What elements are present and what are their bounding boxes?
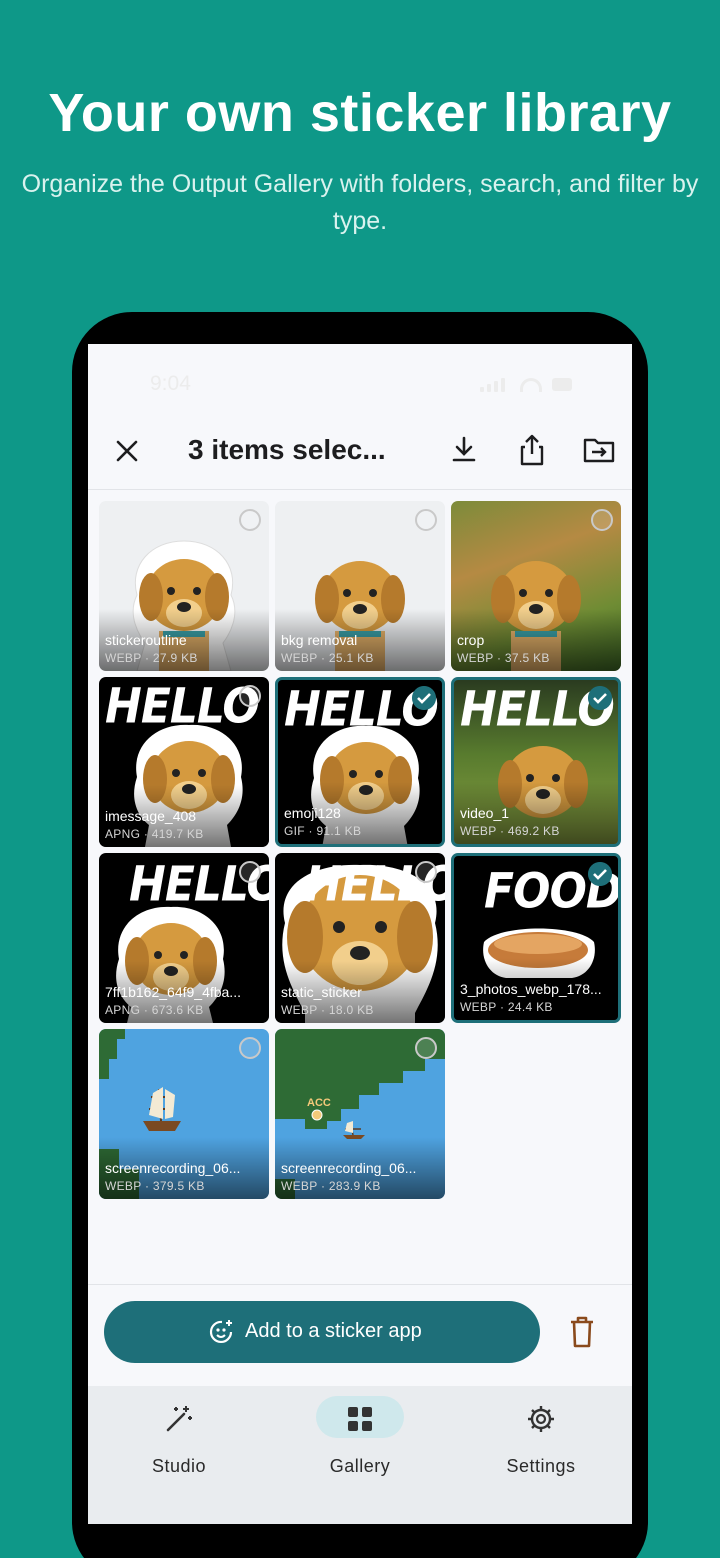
grid-icon (348, 1407, 372, 1431)
gallery-item[interactable]: HELLO emoji128 GIF · 91.1 KB (275, 677, 445, 847)
nav-label: Settings (506, 1456, 576, 1476)
gallery-item[interactable]: bkg removal WEBP · 25.1 KB (275, 501, 445, 671)
gallery-item[interactable]: HELLO static_sticker WEBP · 18.0 KB (275, 853, 445, 1023)
item-name: video_1 (460, 805, 510, 821)
status-time: 9:04 (150, 372, 191, 395)
download-icon[interactable] (446, 432, 482, 468)
item-meta: WEBP · 25.1 KB (281, 651, 374, 665)
select-radio[interactable] (415, 1037, 437, 1059)
select-radio[interactable] (239, 1037, 261, 1059)
wifi-icon (520, 378, 542, 392)
gallery-item[interactable]: HELLO video_1 WEBP · 469.2 KB (451, 677, 621, 847)
nav-label: Gallery (329, 1456, 391, 1476)
item-meta: WEBP · 469.2 KB (460, 824, 560, 838)
item-meta: WEBP · 27.9 KB (105, 651, 198, 665)
item-meta: WEBP · 37.5 KB (457, 651, 550, 665)
promo-headline: Your own sticker library (48, 83, 672, 143)
select-radio[interactable] (239, 685, 261, 707)
add-to-sticker-app-button[interactable]: Add to a sticker app (104, 1301, 540, 1363)
item-meta: APNG · 419.7 KB (105, 827, 204, 841)
action-bar: Add to a sticker app (88, 1284, 632, 1386)
magic-wand-icon (166, 1406, 192, 1432)
select-radio[interactable] (239, 509, 261, 531)
status-bar: 9:04 (88, 372, 632, 396)
signal-icon (501, 378, 505, 392)
item-name: imessage_408 (105, 808, 197, 824)
item-name: screenrecording_06... (281, 1160, 417, 1176)
gallery-item[interactable]: ACC screenrecording_06... WEBP · 283.9 K… (275, 1029, 445, 1199)
selected-check-icon[interactable] (588, 862, 612, 886)
promo-subhead: Organize the Output Gallery with folders… (21, 170, 699, 235)
status-icons (480, 378, 580, 392)
battery-icon (552, 378, 572, 391)
item-meta: WEBP · 18.0 KB (281, 1003, 374, 1017)
add-to-sticker-app-label: Add to a sticker app (245, 1320, 422, 1342)
select-radio[interactable] (415, 861, 437, 883)
gallery-item[interactable]: stickeroutline WEBP · 27.9 KB (99, 501, 269, 671)
item-meta: WEBP · 283.9 KB (281, 1179, 381, 1193)
signal-icon (480, 387, 484, 392)
item-name: crop (457, 632, 485, 648)
overlay-text: ACC (307, 1097, 331, 1109)
gallery-item[interactable]: HELLO 7ff1b162_64f9_4fba... APNG · 673.6… (99, 853, 269, 1023)
nav-item-studio[interactable]: Studio (109, 1396, 249, 1486)
item-name: 7ff1b162_64f9_4fba... (105, 984, 241, 1000)
item-meta: APNG · 673.6 KB (105, 1003, 204, 1017)
selected-check-icon[interactable] (412, 686, 436, 710)
item-name: screenrecording_06... (105, 1160, 241, 1176)
sticker-smile-icon (209, 1320, 233, 1344)
item-name: static_sticker (281, 984, 362, 1000)
select-radio[interactable] (415, 509, 437, 531)
nav-label: Studio (151, 1456, 207, 1476)
nav-item-settings[interactable]: Settings (471, 1396, 611, 1486)
signal-icon (487, 384, 491, 392)
phone-screen: 9:04 3 items selec... stickeroutline WEB… (88, 344, 632, 1524)
selection-app-bar: 3 items selec... (88, 414, 632, 490)
share-icon[interactable] (514, 432, 550, 468)
item-name: bkg removal (281, 632, 358, 648)
item-name: stickeroutline (105, 632, 187, 648)
bottom-navigation: Studio Gallery Settings (88, 1386, 632, 1524)
close-icon[interactable] (110, 434, 144, 468)
trash-icon[interactable] (568, 1315, 596, 1349)
nav-item-gallery[interactable]: Gallery (290, 1396, 430, 1486)
select-radio[interactable] (239, 861, 261, 883)
gear-icon (528, 1406, 554, 1432)
item-meta: GIF · 91.1 KB (284, 824, 362, 838)
item-name: emoji128 (284, 805, 341, 821)
item-meta: WEBP · 24.4 KB (460, 1000, 553, 1014)
gallery-item[interactable]: FOOD 3_photos_webp_178... WEBP · 24.4 KB (451, 853, 621, 1023)
gallery-item[interactable]: HELLO imessage_408 APNG · 419.7 KB (99, 677, 269, 847)
item-name: 3_photos_webp_178... (460, 981, 602, 997)
selected-check-icon[interactable] (588, 686, 612, 710)
gallery-item[interactable]: crop WEBP · 37.5 KB (451, 501, 621, 671)
item-meta: WEBP · 379.5 KB (105, 1179, 205, 1193)
selection-title: 3 items selec... (188, 434, 386, 465)
move-to-folder-icon[interactable] (581, 432, 617, 468)
signal-icon (494, 381, 498, 392)
select-radio[interactable] (591, 509, 613, 531)
gallery-item[interactable]: screenrecording_06... WEBP · 379.5 KB (99, 1029, 269, 1199)
